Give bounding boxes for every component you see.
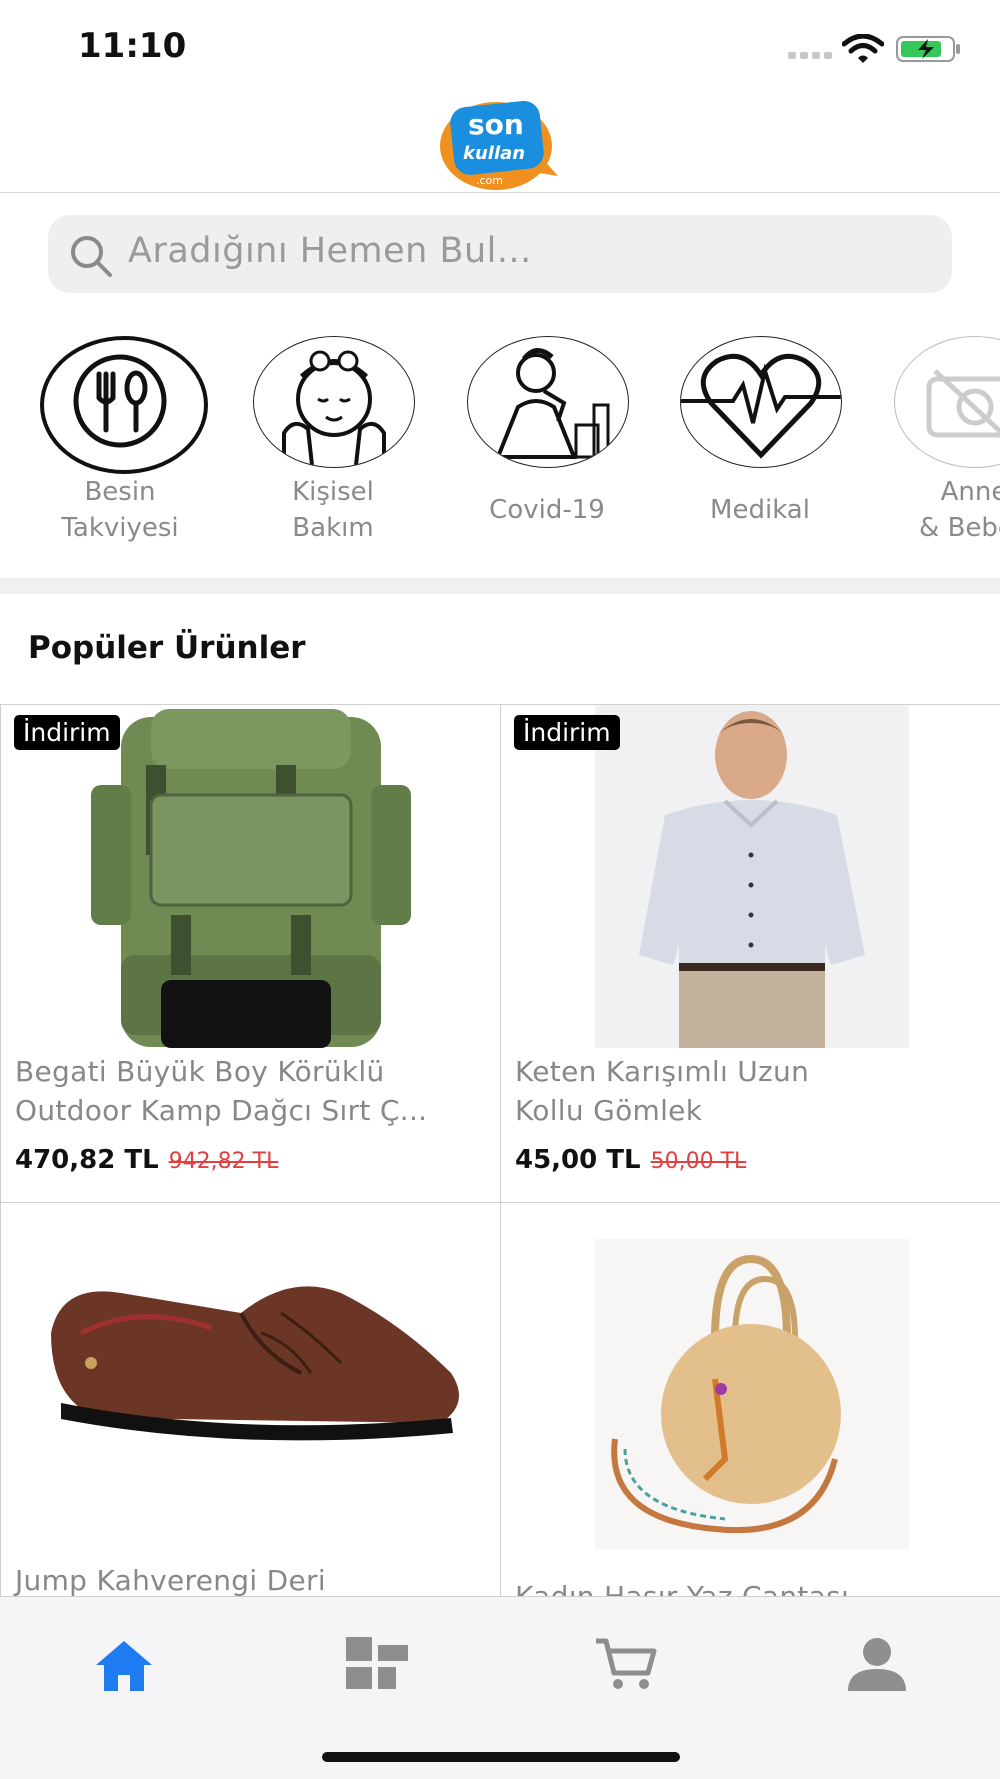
home-indicator[interactable] — [322, 1752, 680, 1762]
svg-text:.com: .com — [476, 174, 503, 187]
product-card[interactable]: Kadın Hasır Yaz Çantası — [500, 1203, 1000, 1623]
product-name-line: Outdoor Kamp Dağcı Sırt Ç... — [15, 1094, 428, 1127]
product-name-line: Begati Büyük Boy Körüklü — [15, 1055, 385, 1088]
product-name-line: Kollu Gömlek — [515, 1094, 703, 1127]
product-name: Keten Karışımlı Uzun Kollu Gömlek — [515, 1052, 985, 1130]
category-label: & Bebek — [919, 513, 1000, 543]
discount-badge: İndirim — [514, 715, 620, 750]
face-care-icon — [253, 336, 415, 468]
svg-text:kullan: kullan — [463, 143, 525, 164]
product-card[interactable]: İndirim Begati Büyük Boy Körüklü Outdoor… — [0, 705, 500, 1203]
cellular-signal-icon — [788, 52, 832, 59]
battery-charging-icon — [896, 36, 960, 62]
status-bar: 11:10 — [0, 0, 1000, 90]
category-label: Bakım — [292, 513, 374, 543]
product-price-row: 470,82 TL 942,82 TL — [15, 1145, 278, 1175]
sonkullan-logo[interactable]: son kullan .com — [436, 94, 566, 192]
section-title: Popüler Ürünler — [28, 630, 306, 666]
product-old-price: 942,82 TL — [168, 1149, 279, 1174]
category-label: Covid-19 — [489, 495, 605, 525]
category-label: Anne — [940, 477, 1000, 507]
product-price: 470,82 TL — [15, 1145, 159, 1175]
categories-icon[interactable] — [346, 1637, 408, 1689]
product-price-row: 45,00 TL 50,00 TL — [515, 1145, 746, 1175]
search-input[interactable]: Aradığını Hemen Bul... — [128, 231, 532, 271]
wifi-icon — [842, 34, 884, 63]
discount-badge: İndirim — [14, 715, 120, 750]
category-label: Medikal — [710, 495, 810, 525]
section-divider — [0, 578, 1000, 594]
search-bar[interactable]: Aradığını Hemen Bul... — [48, 215, 952, 293]
product-image-straw-bag — [595, 1239, 909, 1549]
product-card[interactable]: İndirim Keten Karışımlı Uzun Kollu Gömle… — [500, 705, 1000, 1203]
home-icon[interactable] — [92, 1637, 156, 1693]
search-icon — [71, 236, 112, 277]
product-name: Begati Büyük Boy Körüklü Outdoor Kamp Da… — [15, 1052, 485, 1130]
category-label: Takviyesi — [61, 513, 179, 543]
product-price: 45,00 TL — [515, 1145, 641, 1175]
product-name-line: Keten Karışımlı Uzun — [515, 1055, 810, 1088]
category-carousel[interactable]: Besin Takviyesi Kişisel Bakım Covid-19 M… — [0, 336, 1000, 554]
no-photo-icon — [894, 336, 1000, 468]
product-name-line: Jump Kahverengi Deri — [15, 1564, 326, 1597]
svg-text:son: son — [468, 108, 524, 141]
product-name: Jump Kahverengi Deri — [15, 1561, 485, 1600]
heartbeat-icon — [680, 336, 842, 468]
fork-spoon-icon — [40, 336, 208, 474]
product-image-shoe — [51, 1286, 459, 1441]
category-label: Kişisel — [292, 477, 374, 507]
product-image-backpack — [91, 709, 411, 1048]
product-card[interactable]: Jump Kahverengi Deri — [0, 1203, 500, 1623]
status-time: 11:10 — [78, 26, 187, 66]
sneeze-icon — [467, 336, 629, 468]
cart-icon[interactable] — [594, 1637, 658, 1691]
app-header: son kullan .com — [0, 90, 1000, 193]
product-old-price: 50,00 TL — [650, 1149, 747, 1174]
product-image-shirt — [595, 705, 909, 1048]
profile-icon[interactable] — [846, 1637, 908, 1691]
category-label: Besin — [84, 477, 156, 507]
